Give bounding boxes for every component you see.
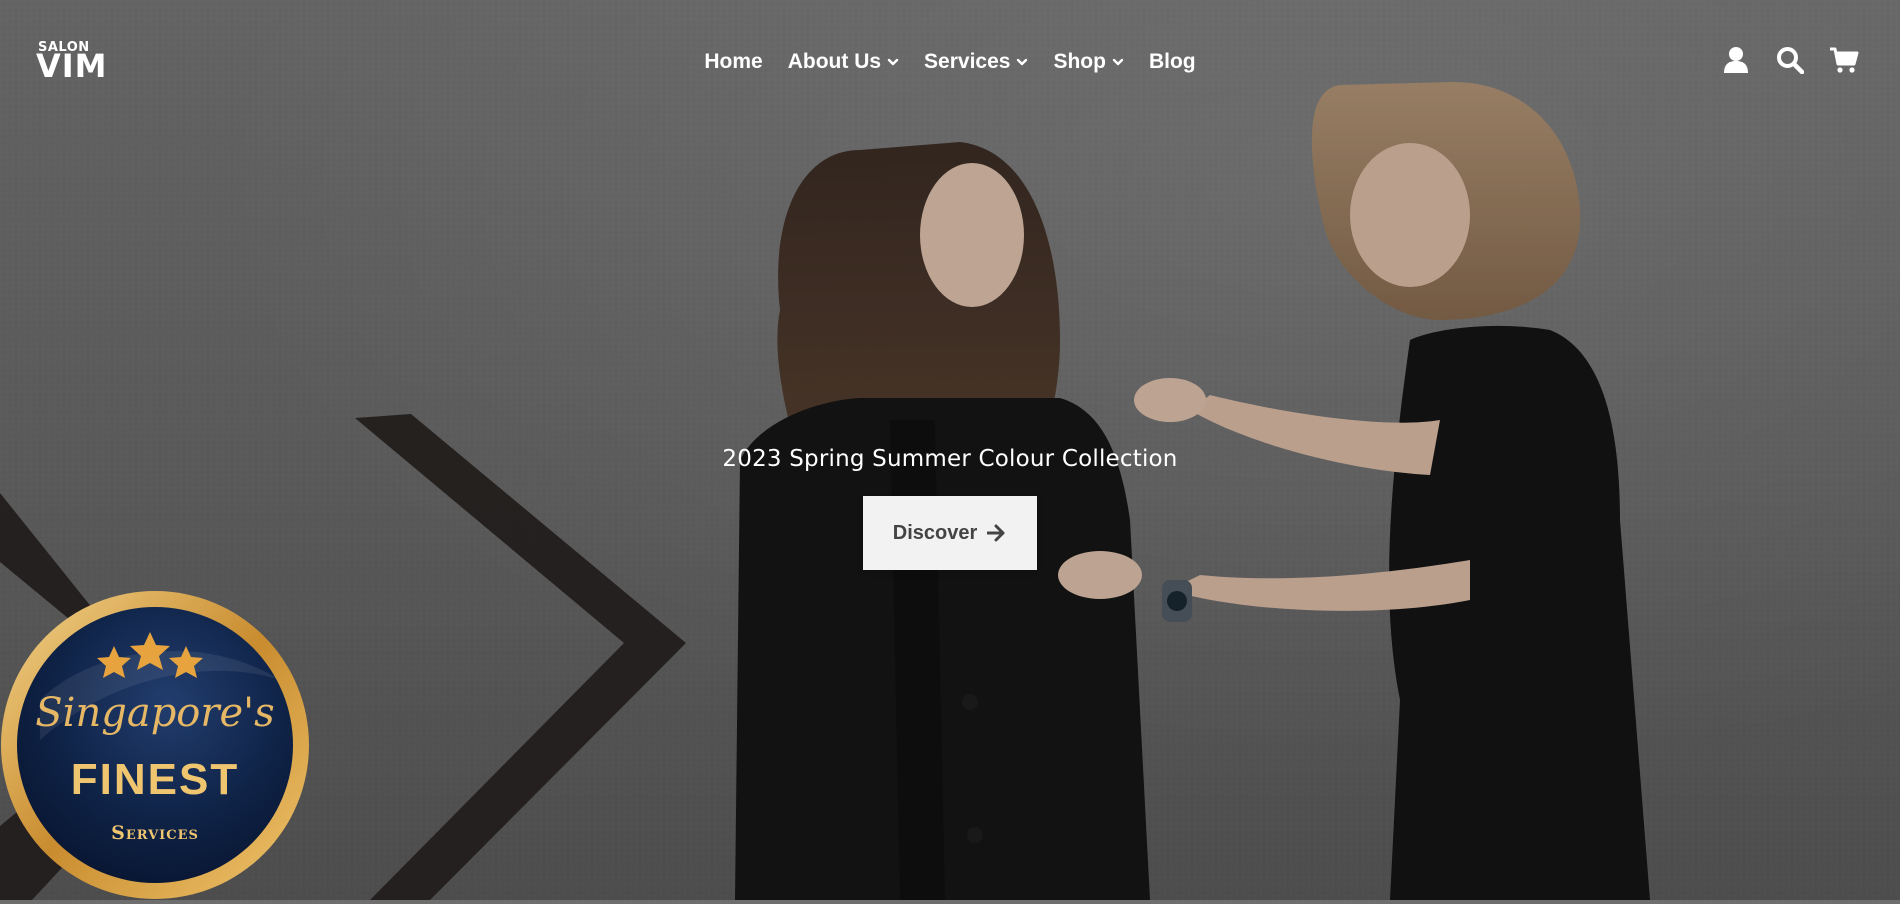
search-icon bbox=[1777, 47, 1804, 74]
account-button[interactable] bbox=[1720, 44, 1752, 76]
user-icon bbox=[1724, 47, 1748, 73]
hero-content: 2023 Spring Summer Colour Collection Dis… bbox=[0, 446, 1900, 570]
cart-icon bbox=[1830, 47, 1859, 73]
chevron-down-icon bbox=[887, 58, 899, 66]
nav-item-label: Shop bbox=[1053, 50, 1106, 73]
nav-item-about-us[interactable]: About Us bbox=[788, 46, 899, 78]
nav-item-label: Blog bbox=[1148, 50, 1196, 73]
nav-item-home[interactable]: Home bbox=[704, 46, 762, 78]
main-navigation: Home About Us Services Shop Blog bbox=[0, 46, 1900, 78]
nav-item-blog[interactable]: Blog bbox=[1149, 46, 1196, 78]
cart-button[interactable] bbox=[1828, 44, 1860, 76]
nav-item-label: Home bbox=[704, 50, 763, 73]
nav-item-label: About Us bbox=[787, 50, 882, 73]
discover-button-label: Discover bbox=[892, 521, 978, 544]
singapores-finest-badge[interactable]: Singapore's FINEST Services bbox=[0, 590, 310, 900]
discover-button[interactable]: Discover bbox=[863, 496, 1037, 570]
header-icons bbox=[1720, 44, 1860, 76]
search-button[interactable] bbox=[1774, 44, 1806, 76]
nav-item-shop[interactable]: Shop bbox=[1053, 46, 1124, 78]
hero-title: 2023 Spring Summer Colour Collection bbox=[722, 446, 1178, 472]
site-header: SALON VIM Home About Us Services Shop Bl… bbox=[0, 0, 1900, 120]
badge-graphic bbox=[1, 591, 309, 899]
nav-item-services[interactable]: Services bbox=[924, 46, 1028, 78]
badge-line-2: FINEST bbox=[70, 755, 240, 804]
badge-line-3: Services bbox=[111, 822, 199, 844]
arrow-right-icon bbox=[987, 524, 1005, 542]
chevron-down-icon bbox=[1112, 58, 1124, 66]
nav-item-label: Services bbox=[924, 50, 1011, 73]
chevron-down-icon bbox=[1017, 58, 1028, 66]
badge-line-1: Singapore's bbox=[35, 690, 275, 736]
